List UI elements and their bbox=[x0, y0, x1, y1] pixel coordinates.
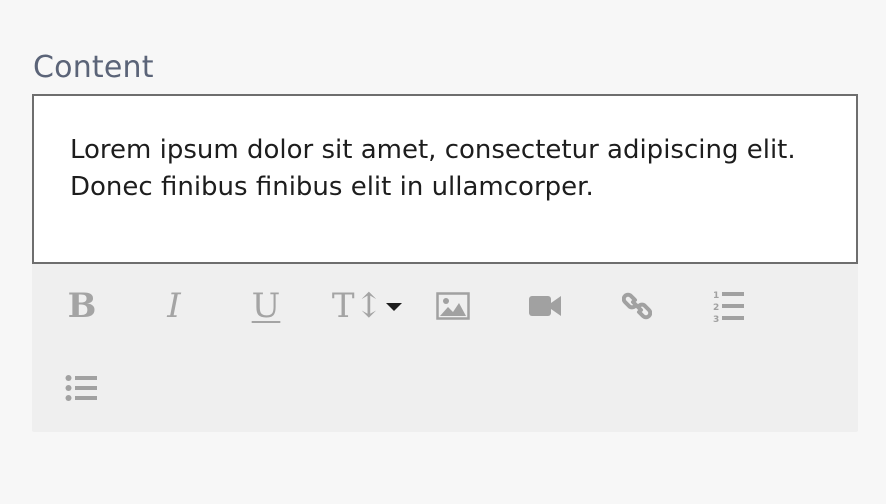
svg-text:1: 1 bbox=[713, 291, 719, 301]
editor-content-area[interactable]: Lorem ipsum dolor sit amet, consectetur … bbox=[32, 94, 858, 264]
unordered-list-icon bbox=[65, 375, 97, 401]
image-icon bbox=[436, 292, 470, 320]
insert-image-button[interactable] bbox=[423, 279, 483, 333]
svg-text:3: 3 bbox=[713, 315, 719, 323]
text-size-button[interactable]: T↕ bbox=[331, 279, 403, 333]
editor-text: Lorem ipsum dolor sit amet, consectetur … bbox=[70, 135, 796, 202]
text-size-glyph: T↕ bbox=[331, 286, 384, 326]
content-label: Content bbox=[33, 50, 154, 85]
italic-button[interactable]: I bbox=[144, 279, 204, 333]
bold-icon: B bbox=[67, 286, 97, 326]
dropdown-caret-icon bbox=[386, 303, 403, 311]
video-icon bbox=[529, 296, 561, 316]
ordered-list-button[interactable]: 1 2 3 bbox=[699, 279, 759, 333]
svg-text:2: 2 bbox=[713, 303, 719, 313]
rich-text-editor: Lorem ipsum dolor sit amet, consectetur … bbox=[32, 94, 858, 432]
link-icon bbox=[622, 292, 652, 320]
insert-link-button[interactable] bbox=[607, 279, 667, 333]
underline-button[interactable]: U bbox=[236, 279, 296, 333]
unordered-list-button[interactable] bbox=[52, 361, 112, 415]
insert-video-button[interactable] bbox=[515, 279, 575, 333]
italic-icon: I bbox=[167, 286, 181, 326]
underline-icon: U bbox=[251, 286, 281, 326]
bold-button[interactable]: B bbox=[52, 279, 112, 333]
ordered-list-icon: 1 2 3 bbox=[713, 291, 744, 323]
text-size-icon: T↕ bbox=[331, 286, 403, 326]
